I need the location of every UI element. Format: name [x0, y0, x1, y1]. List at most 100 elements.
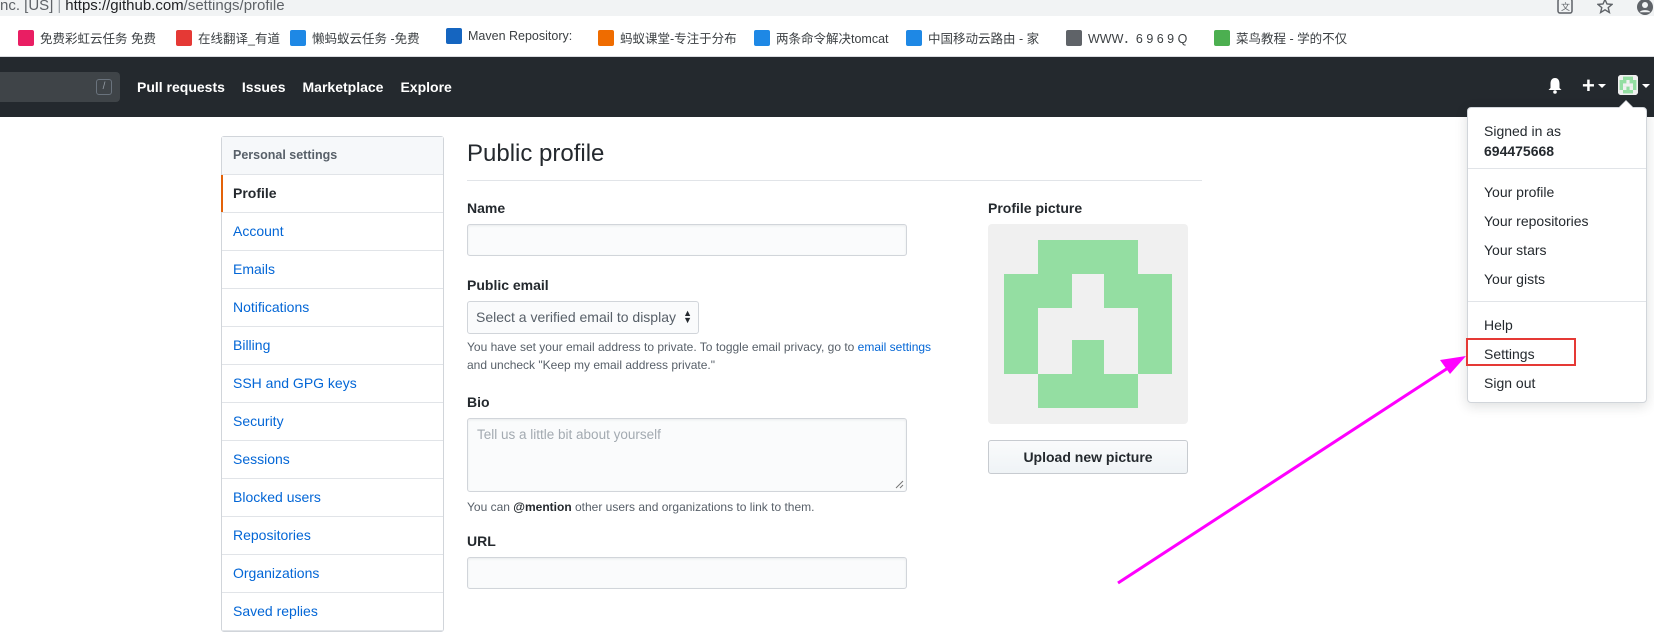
menu-divider — [1468, 168, 1646, 169]
bookmark-label: 蚂蚁课堂-专注于分布 — [620, 32, 737, 46]
bookmark-item[interactable]: 在线翻译_有道 — [176, 28, 280, 47]
bookmark-label: 免费彩虹云任务 免费 — [40, 32, 156, 46]
bookmark-item[interactable]: WWW．6 9 6 9 Q — [1066, 28, 1187, 47]
nav-marketplace[interactable]: Marketplace — [303, 79, 384, 95]
bookmark-item[interactable]: 中国移动云路由 - 家 — [906, 28, 1039, 47]
identicon-image — [1004, 240, 1172, 408]
sidebar-item-blocked-users[interactable]: Blocked users — [222, 479, 443, 517]
public-email-selected: Select a verified email to display — [476, 309, 676, 325]
translate-icon[interactable]: 文 — [1556, 0, 1574, 16]
bookmark-label: 菜鸟教程 - 学的不仅 — [1236, 32, 1348, 46]
menu-your-profile[interactable]: Your profile — [1484, 184, 1554, 200]
signal-icon — [906, 29, 922, 46]
url-host: https://github.com — [65, 0, 184, 14]
bookmark-item[interactable]: Maven Repository: — [446, 28, 572, 44]
sidebar-item-repositories[interactable]: Repositories — [222, 517, 443, 555]
bookmark-item[interactable]: 菜鸟教程 - 学的不仅 — [1214, 28, 1347, 47]
bookmark-label: Maven Repository: — [468, 29, 573, 43]
rainbow-icon — [18, 29, 34, 46]
avatar[interactable] — [1618, 75, 1638, 95]
bookmark-label: 懒蚂蚁云任务 -免费 — [312, 32, 420, 46]
profile-picture — [988, 224, 1188, 424]
header-nav: Pull requests Issues Marketplace Explore — [137, 79, 452, 95]
bookmark-item[interactable]: 蚂蚁课堂-专注于分布 — [598, 28, 737, 47]
signed-in-info: Signed in as 694475668 — [1484, 121, 1561, 161]
nav-issues[interactable]: Issues — [242, 79, 286, 95]
email-note-text: You have set your email address to priva… — [467, 340, 855, 354]
sidebar-item-profile[interactable]: Profile — [221, 175, 443, 213]
resize-grip-icon[interactable] — [895, 480, 904, 489]
sidebar-item-sessions[interactable]: Sessions — [222, 441, 443, 479]
email-note-text-2: and uncheck "Keep my email address priva… — [467, 358, 715, 372]
menu-sign-out[interactable]: Sign out — [1484, 375, 1535, 391]
sidebar-item-notifications[interactable]: Notifications — [222, 289, 443, 327]
shield-icon — [290, 29, 306, 46]
url-label: URL — [467, 533, 496, 549]
profile-picture-label: Profile picture — [988, 200, 1083, 216]
bio-field[interactable]: Tell us a little bit about yourself — [467, 418, 907, 492]
signed-in-label: Signed in as — [1484, 123, 1562, 139]
maven-icon — [446, 28, 462, 44]
runoob-icon — [1214, 29, 1230, 46]
bookmark-label: 两条命令解决tomcat — [776, 32, 889, 46]
security-label: nc. [US] — [0, 0, 54, 14]
bio-note: You can @mention other users and organiz… — [467, 498, 947, 516]
upload-picture-button[interactable]: Upload new picture — [988, 440, 1188, 474]
email-privacy-note: You have set your email address to priva… — [467, 338, 947, 374]
plus-icon[interactable]: + — [1582, 73, 1595, 99]
star-icon[interactable] — [1596, 0, 1614, 16]
select-arrows-icon: ▲ ▼ — [683, 308, 692, 325]
svg-text:文: 文 — [1561, 1, 1570, 13]
mention-text: @mention — [513, 500, 572, 514]
bell-icon[interactable] — [1548, 77, 1562, 99]
github-header: / Pull requests Issues Marketplace Explo… — [0, 57, 1654, 117]
sidebar-item-emails[interactable]: Emails — [222, 251, 443, 289]
bookmark-label: 在线翻译_有道 — [198, 32, 280, 46]
sidebar-item-saved-replies[interactable]: Saved replies — [222, 593, 443, 631]
bio-note-text: You can — [467, 500, 510, 514]
search-input[interactable]: / — [0, 72, 120, 102]
sidebar-item-account[interactable]: Account — [222, 213, 443, 251]
chevron-down-icon[interactable] — [1642, 84, 1650, 88]
menu-your-gists[interactable]: Your gists — [1484, 271, 1545, 287]
page-title: Public profile — [467, 140, 605, 167]
name-label: Name — [467, 200, 506, 216]
bio-note-text-2: other users and organizations to link to… — [575, 500, 815, 514]
email-settings-link[interactable]: email settings — [858, 340, 931, 354]
menu-your-stars[interactable]: Your stars — [1484, 242, 1547, 258]
bio-label: Bio — [467, 394, 490, 410]
bookmark-item[interactable]: 免费彩虹云任务 免费 — [18, 28, 156, 47]
sidebar-item-ssh-and-gpg-keys[interactable]: SSH and GPG keys — [222, 365, 443, 403]
page-icon — [1066, 29, 1082, 46]
m-logo-icon — [598, 29, 614, 46]
youdao-icon — [176, 29, 192, 46]
bookmark-item[interactable]: 懒蚂蚁云任务 -免费 — [290, 28, 420, 47]
bio-placeholder: Tell us a little bit about yourself — [477, 427, 661, 442]
url-path: /settings/profile — [183, 0, 285, 14]
nav-pull-requests[interactable]: Pull requests — [137, 79, 225, 95]
title-divider — [467, 180, 1202, 181]
settings-sidebar: Personal settings Profile Account Emails No… — [221, 136, 444, 632]
bookmark-label: 中国移动云路由 - 家 — [928, 32, 1040, 46]
public-email-label: Public email — [467, 277, 549, 293]
bookmark-item[interactable]: 两条命令解决tomcat — [754, 28, 889, 47]
public-email-select[interactable]: Select a verified email to display ▲ ▼ — [467, 301, 699, 334]
chevron-down-icon[interactable] — [1598, 84, 1606, 88]
menu-help[interactable]: Help — [1484, 317, 1513, 333]
sidebar-heading: Personal settings — [222, 137, 443, 175]
bookmark-label: WWW．6 9 6 9 Q — [1088, 32, 1188, 46]
account-icon[interactable] — [1636, 0, 1654, 16]
name-field[interactable] — [467, 224, 907, 256]
url-field[interactable] — [467, 557, 907, 589]
search-shortcut-hint: / — [96, 79, 112, 95]
nav-explore[interactable]: Explore — [400, 79, 451, 95]
browser-address-bar[interactable]: nc. [US] | https://github.com/settings/pro… — [0, 0, 1654, 16]
sidebar-item-billing[interactable]: Billing — [222, 327, 443, 365]
sidebar-item-security[interactable]: Security — [222, 403, 443, 441]
url-text[interactable]: nc. [US] | https://github.com/settings/pro… — [0, 0, 285, 14]
paw-icon — [754, 29, 770, 46]
menu-your-repositories[interactable]: Your repositories — [1484, 213, 1589, 229]
menu-divider — [1468, 301, 1646, 302]
sidebar-item-organizations[interactable]: Organizations — [222, 555, 443, 593]
settings-highlight-box — [1466, 338, 1576, 366]
